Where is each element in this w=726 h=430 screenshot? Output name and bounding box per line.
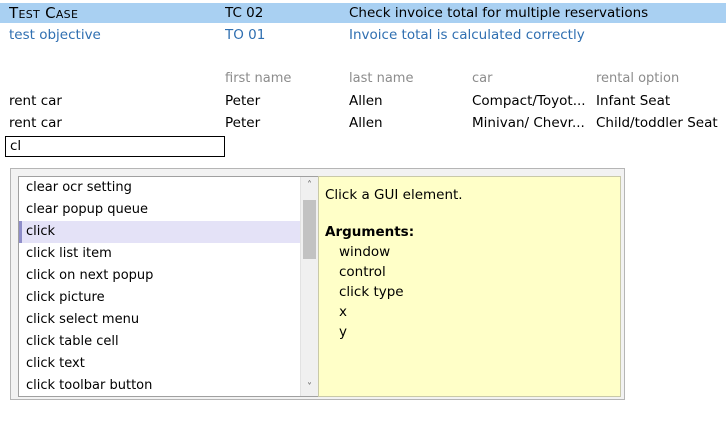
first-name-cell[interactable]: Peter: [225, 112, 343, 134]
help-arguments-title: Arguments:: [325, 224, 415, 240]
column-header-last-name: last name: [349, 71, 414, 86]
test-objective-id: TO 01: [225, 27, 266, 43]
autocomplete-popup: clear ocr setting clear popup queue clic…: [10, 168, 625, 400]
column-header-car: car: [472, 71, 493, 86]
scroll-up-icon[interactable]: ˄: [301, 177, 318, 194]
last-name-cell[interactable]: Allen: [349, 112, 467, 134]
list-item-selected[interactable]: click: [19, 221, 300, 243]
action-cell[interactable]: rent car: [9, 90, 219, 112]
scroll-down-icon[interactable]: ˅: [301, 379, 318, 396]
table-row[interactable]: rent car Peter Allen Compact/Toyot... In…: [0, 90, 726, 112]
list-item[interactable]: click on next popup: [19, 265, 300, 287]
help-description: Click a GUI element.: [325, 187, 463, 203]
rental-option-cell[interactable]: Child/toddler Seat: [596, 112, 726, 134]
help-argument: y: [339, 324, 347, 340]
first-name-cell[interactable]: Peter: [225, 90, 343, 112]
table-row[interactable]: rent car Peter Allen Minivan/ Chevr... C…: [0, 112, 726, 134]
command-list[interactable]: clear ocr setting clear popup queue clic…: [18, 176, 327, 397]
command-input[interactable]: [5, 136, 225, 157]
list-item[interactable]: click picture: [19, 287, 300, 309]
list-scrollbar[interactable]: ˄ ˅: [300, 177, 318, 396]
car-cell[interactable]: Minivan/ Chevr...: [472, 112, 592, 134]
test-case-row[interactable]: Test Case TC 02 Check invoice total for …: [0, 3, 726, 23]
column-header-rental-option: rental option: [596, 71, 680, 86]
test-case-label: Test Case: [9, 4, 79, 22]
test-objective-row[interactable]: test objective TO 01 Invoice total is ca…: [0, 24, 726, 46]
car-cell[interactable]: Compact/Toyot...: [472, 90, 592, 112]
help-argument: control: [339, 264, 386, 280]
action-cell[interactable]: rent car: [9, 112, 219, 134]
list-item[interactable]: clear ocr setting: [19, 177, 300, 199]
list-item[interactable]: click select menu: [19, 309, 300, 331]
list-item[interactable]: click list item: [19, 243, 300, 265]
help-argument: x: [339, 304, 347, 320]
test-case-description: Check invoice total for multiple reserva…: [349, 5, 649, 21]
test-objective-description: Invoice total is calculated correctly: [349, 27, 585, 43]
list-item[interactable]: click toolbar button: [19, 375, 300, 396]
column-header-first-name: first name: [225, 71, 292, 86]
list-item[interactable]: click table cell: [19, 331, 300, 353]
column-header-row: first name last name car rental option: [0, 68, 726, 90]
list-item[interactable]: click text: [19, 353, 300, 375]
help-panel: Click a GUI element. Arguments: window c…: [318, 176, 621, 397]
help-argument: click type: [339, 284, 404, 300]
help-argument: window: [339, 244, 391, 260]
test-objective-label: test objective: [9, 27, 101, 43]
last-name-cell[interactable]: Allen: [349, 90, 467, 112]
test-case-id: TC 02: [225, 5, 264, 21]
scroll-thumb[interactable]: [303, 200, 316, 259]
list-item[interactable]: clear popup queue: [19, 199, 300, 221]
rental-option-cell[interactable]: Infant Seat: [596, 90, 726, 112]
